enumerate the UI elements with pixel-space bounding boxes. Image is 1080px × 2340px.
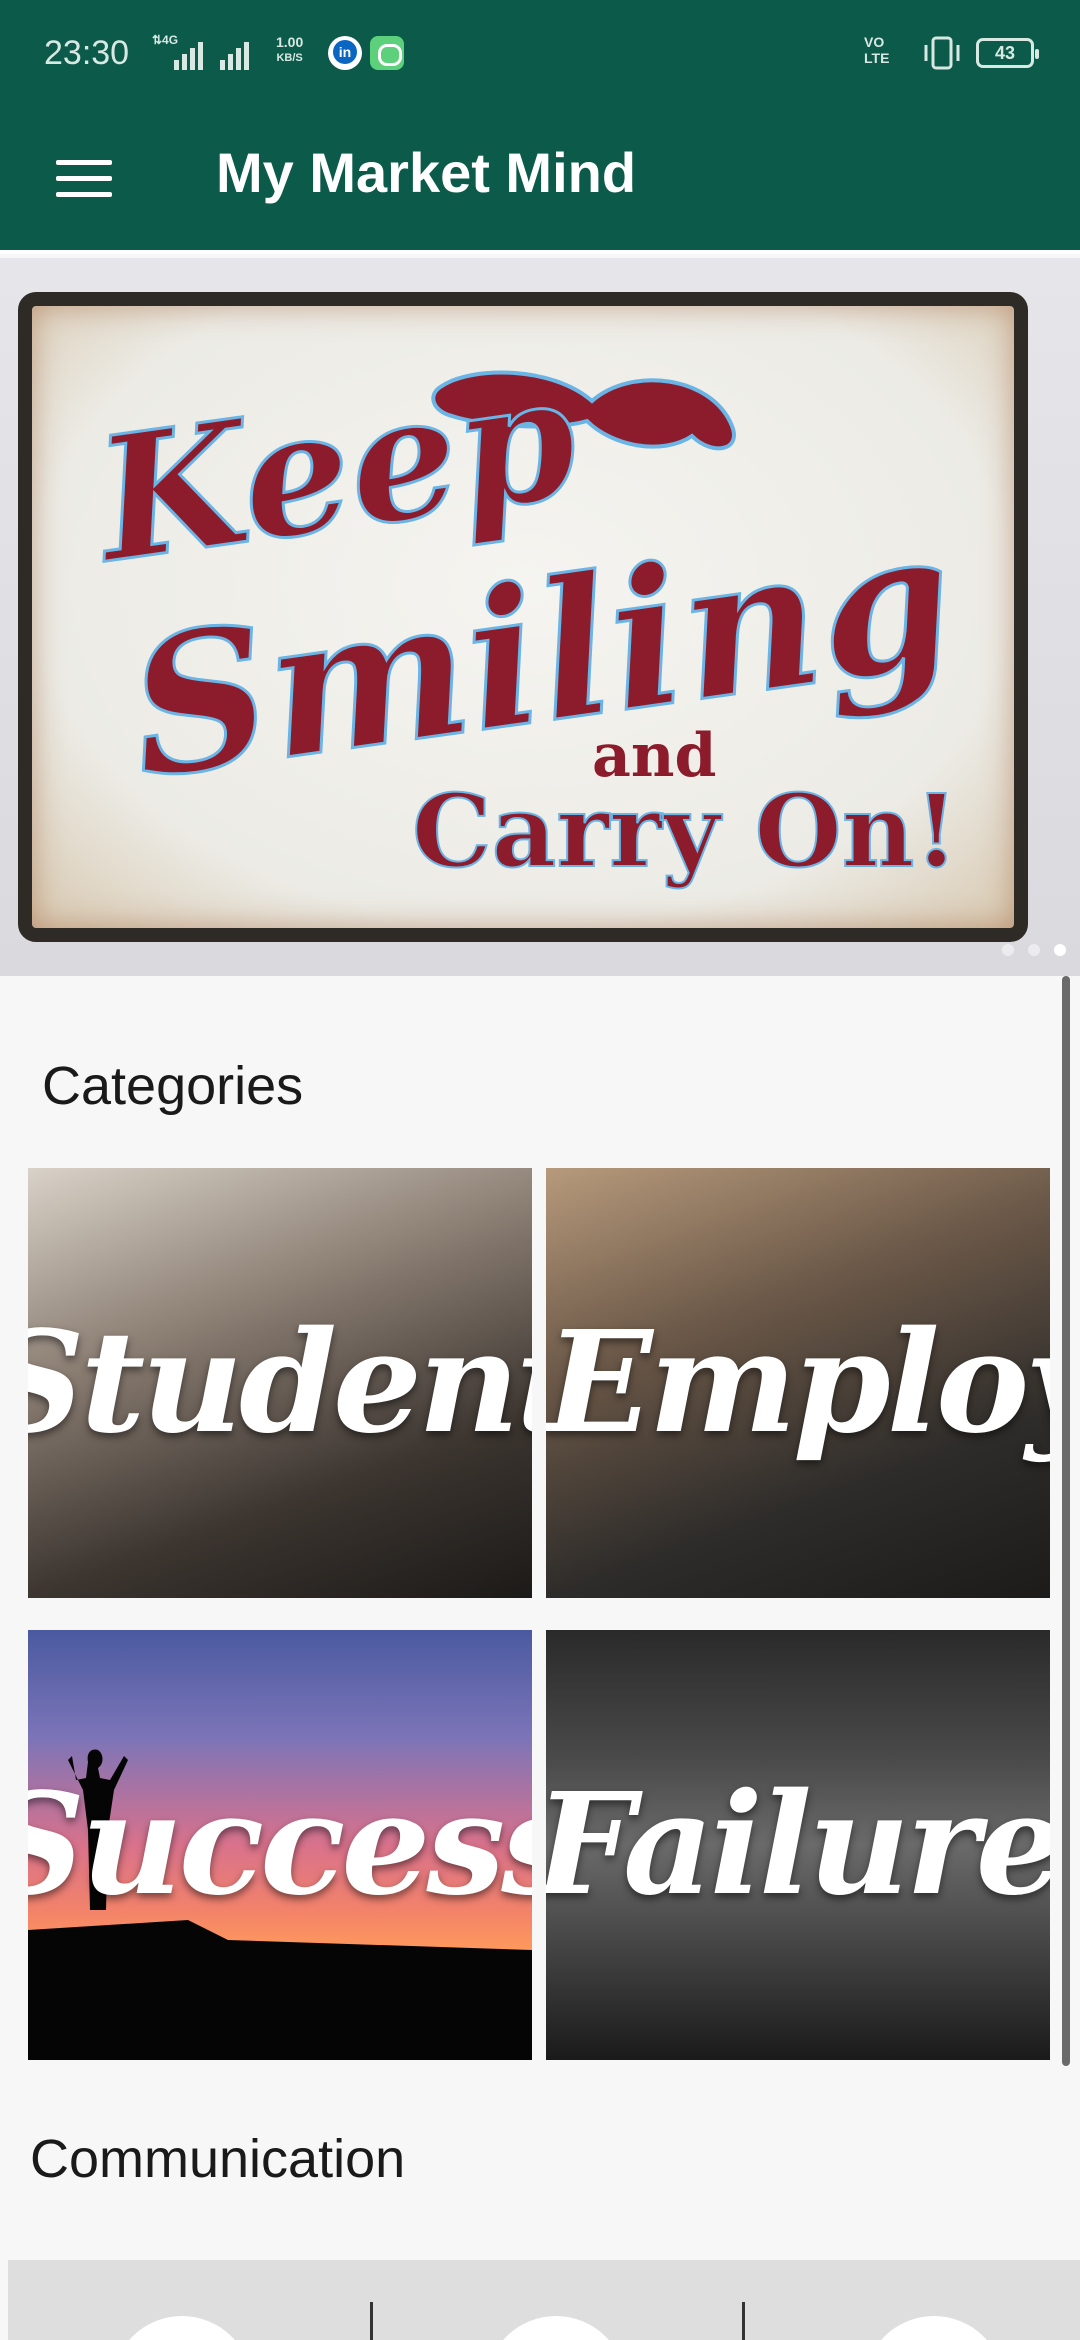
category-tile-success[interactable]: Success [28,1630,532,2060]
volte-icon: VO LTE [864,34,890,66]
hamburger-menu-icon[interactable] [44,138,124,218]
svg-text:⇅4G: ⇅4G [152,33,178,47]
carousel-dot[interactable] [1028,944,1040,956]
carousel-dot-active[interactable] [1054,944,1066,956]
vibrate-icon [924,36,960,70]
banner-text-art: Keep Smiling and Carry On! [80,335,967,891]
banner-carousel[interactable]: Keep Smiling and Carry On! [0,258,1080,976]
carousel-dot[interactable] [1002,944,1014,956]
status-bar: 23:30 ⇅4G 1.00 KB/S VO LTE 43 [0,0,1080,108]
scrollbar[interactable] [1062,976,1070,2066]
divider [370,2302,373,2340]
category-tile-student[interactable]: Student [28,1168,532,1598]
status-time: 23:30 [44,34,130,72]
communication-item[interactable] [112,2316,252,2340]
battery-icon: 43 [976,38,1039,68]
network-speed: 1.00 KB/S [276,34,304,64]
category-tile-failure[interactable]: Failure [546,1630,1050,2060]
communication-panel [8,2260,1080,2340]
communication-heading: Communication [30,2129,406,2189]
app-screen: 23:30 ⇅4G 1.00 KB/S VO LTE 43 [0,0,1080,2340]
communication-item[interactable] [864,2316,1004,2340]
linkedin-icon [328,36,362,70]
categories-heading: Categories [42,1056,304,1116]
category-tile-employee[interactable]: Employee [546,1168,1050,1598]
chat-app-icon [370,36,404,70]
communication-item[interactable] [486,2316,626,2340]
divider [742,2302,745,2340]
banner-image: Keep Smiling and Carry On! [18,292,1028,942]
category-label: Employee [546,1301,1050,1465]
app-title: My Market Mind [216,141,637,204]
category-label: Failure [546,1763,1050,1927]
banner-line-carry-on: Carry On! [412,772,958,890]
carousel-indicator [1002,944,1066,956]
app-bar: My Market Mind [0,108,1080,254]
category-label: Student [28,1301,532,1465]
category-label: Success [28,1763,532,1927]
